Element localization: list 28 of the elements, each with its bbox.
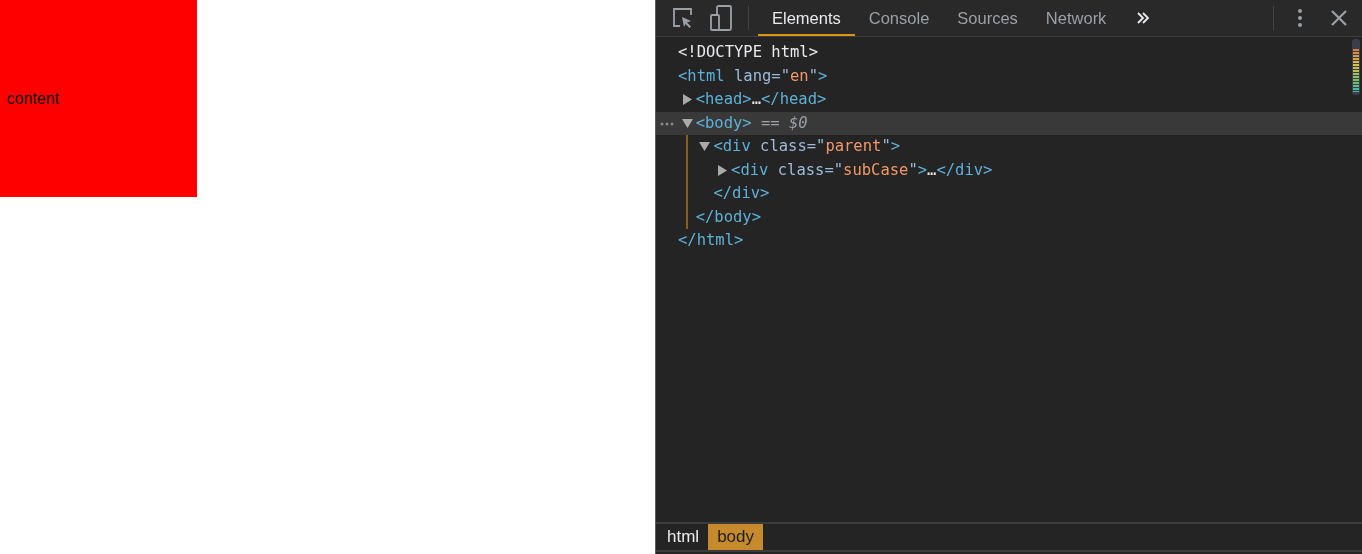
breadcrumb[interactable]: html — [658, 524, 709, 550]
code-line: <div class="subCase">…</div> — [731, 159, 993, 181]
code-line: </div> — [713, 183, 770, 204]
panel-tab[interactable]: Sources — [943, 0, 1032, 36]
tree-row[interactable]: <div class="subCase">…</div> — [656, 158, 1362, 182]
tree-row[interactable]: <div class="parent"> — [656, 135, 1362, 159]
code-line: <!DOCTYPE html> — [678, 42, 818, 63]
code-line: <head>…</head> — [695, 89, 827, 110]
tree-row[interactable]: <!DOCTYPE html> — [656, 41, 1362, 65]
code-line: <div class="parent"> — [713, 136, 901, 157]
panel-tab[interactable]: Elements — [758, 0, 855, 36]
scrollbar-minimap[interactable] — [1352, 39, 1360, 95]
expand-triangle-icon[interactable] — [717, 164, 729, 176]
expand-triangle-icon[interactable] — [681, 117, 693, 129]
panel-tab[interactable]: Network — [1031, 0, 1121, 36]
tree-row[interactable]: <body> == $0 — [656, 111, 1362, 135]
panel-tab[interactable]: Console — [854, 0, 944, 36]
box-text: content — [7, 89, 60, 108]
ellipsis-icon[interactable] — [660, 121, 674, 126]
code-line: <body> == $0 — [695, 112, 808, 134]
code-line: <html lang="en"> — [678, 65, 828, 87]
tree-row[interactable]: <head>…</head> — [656, 88, 1362, 112]
breadcrumb[interactable]: body — [708, 524, 763, 550]
expand-triangle-icon[interactable] — [699, 141, 711, 153]
expand-triangle-icon[interactable] — [681, 94, 693, 106]
code-line: </html> — [678, 230, 744, 251]
tree-row[interactable]: <html lang="en"> — [656, 64, 1362, 88]
code-line: </body> — [695, 206, 761, 228]
